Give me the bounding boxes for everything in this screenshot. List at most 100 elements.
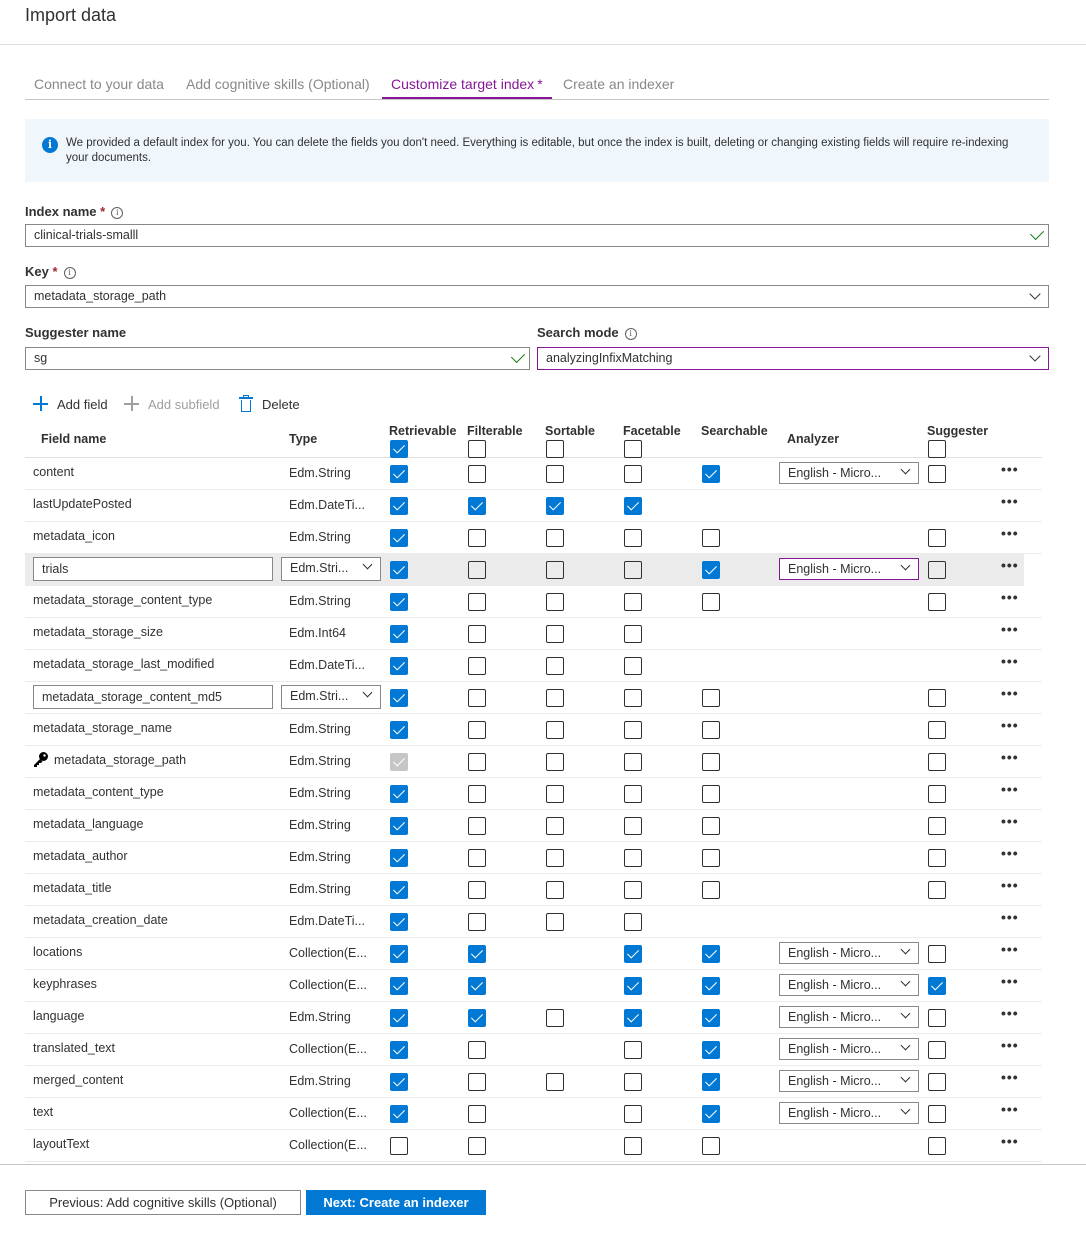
more-options-icon[interactable]: ••• <box>1001 974 1019 988</box>
select-all-facetable-checkbox[interactable] <box>624 440 642 458</box>
sortable-checkbox[interactable] <box>546 529 564 547</box>
suggester-checkbox[interactable] <box>928 881 946 899</box>
more-options-icon[interactable]: ••• <box>1001 782 1019 796</box>
more-options-icon[interactable]: ••• <box>1001 910 1019 924</box>
analyzer-dropdown[interactable]: English - Micro... <box>779 558 919 580</box>
select-all-sortable-checkbox[interactable] <box>546 440 564 458</box>
sortable-checkbox[interactable] <box>546 1009 564 1027</box>
suggester-checkbox[interactable] <box>928 593 946 611</box>
facetable-checkbox[interactable] <box>624 977 642 995</box>
facetable-checkbox[interactable] <box>624 561 642 579</box>
field-row[interactable]: translated_text Collection(E... English - … <box>25 1034 1042 1066</box>
more-options-icon[interactable]: ••• <box>1001 718 1019 732</box>
tab-customize-index[interactable]: Customize target index * <box>391 76 543 92</box>
filterable-checkbox[interactable] <box>468 497 486 515</box>
facetable-checkbox[interactable] <box>624 689 642 707</box>
suggester-checkbox[interactable] <box>928 977 946 995</box>
facetable-checkbox[interactable] <box>624 465 642 483</box>
searchable-checkbox[interactable] <box>702 881 720 899</box>
retrievable-checkbox[interactable] <box>390 497 408 515</box>
field-row[interactable]: metadata_storage_size Edm.Int64 ••• <box>25 618 1042 650</box>
facetable-checkbox[interactable] <box>624 657 642 675</box>
suggester-checkbox[interactable] <box>928 721 946 739</box>
retrievable-checkbox[interactable] <box>390 721 408 739</box>
more-options-icon[interactable]: ••• <box>1001 750 1019 764</box>
filterable-checkbox[interactable] <box>468 465 486 483</box>
select-all-retrievable-checkbox[interactable] <box>390 440 408 458</box>
searchable-checkbox[interactable] <box>702 977 720 995</box>
filterable-checkbox[interactable] <box>468 849 486 867</box>
field-row[interactable]: merged_content Edm.String English - Micro.… <box>25 1066 1042 1098</box>
filterable-checkbox[interactable] <box>468 1041 486 1059</box>
search-mode-dropdown[interactable]: analyzingInfixMatching <box>537 347 1049 370</box>
tab-create-indexer[interactable]: Create an indexer <box>563 76 674 92</box>
analyzer-dropdown[interactable]: English - Micro... <box>779 1102 919 1124</box>
filterable-checkbox[interactable] <box>468 593 486 611</box>
sortable-checkbox[interactable] <box>546 817 564 835</box>
sortable-checkbox[interactable] <box>546 657 564 675</box>
suggester-checkbox[interactable] <box>928 1041 946 1059</box>
filterable-checkbox[interactable] <box>468 561 486 579</box>
delete-button[interactable]: Delete <box>239 395 309 415</box>
facetable-checkbox[interactable] <box>624 593 642 611</box>
retrievable-checkbox[interactable] <box>390 1073 408 1091</box>
filterable-checkbox[interactable] <box>468 1137 486 1155</box>
analyzer-dropdown[interactable]: English - Micro... <box>779 1006 919 1028</box>
field-row[interactable]: metadata_storage_content_type Edm.String •… <box>25 586 1042 618</box>
more-options-icon[interactable]: ••• <box>1001 942 1019 956</box>
suggester-checkbox[interactable] <box>928 529 946 547</box>
sortable-checkbox[interactable] <box>546 785 564 803</box>
field-row[interactable]: metadata_title Edm.String ••• <box>25 874 1042 906</box>
facetable-checkbox[interactable] <box>624 1009 642 1027</box>
field-type-dropdown[interactable]: Edm.Stri... <box>281 557 381 581</box>
sortable-checkbox[interactable] <box>546 753 564 771</box>
searchable-checkbox[interactable] <box>702 1073 720 1091</box>
suggester-name-input[interactable]: sg <box>25 347 530 370</box>
field-row[interactable]: metadata_language Edm.String ••• <box>25 810 1042 842</box>
next-button[interactable]: Next: Create an indexer <box>306 1190 486 1215</box>
searchable-checkbox[interactable] <box>702 593 720 611</box>
analyzer-dropdown[interactable]: English - Micro... <box>779 942 919 964</box>
facetable-checkbox[interactable] <box>624 817 642 835</box>
searchable-checkbox[interactable] <box>702 753 720 771</box>
sortable-checkbox[interactable] <box>546 689 564 707</box>
field-row[interactable]: layoutText Collection(E... ••• <box>25 1130 1042 1162</box>
filterable-checkbox[interactable] <box>468 753 486 771</box>
index-name-input[interactable]: clinical-trials-smalll <box>25 224 1049 247</box>
suggester-checkbox[interactable] <box>928 1105 946 1123</box>
retrievable-checkbox[interactable] <box>390 1105 408 1123</box>
field-row[interactable]: metadata_author Edm.String ••• <box>25 842 1042 874</box>
retrievable-checkbox[interactable] <box>390 593 408 611</box>
filterable-checkbox[interactable] <box>468 945 486 963</box>
filterable-checkbox[interactable] <box>468 625 486 643</box>
more-options-icon[interactable]: ••• <box>1001 1006 1019 1020</box>
facetable-checkbox[interactable] <box>624 753 642 771</box>
searchable-checkbox[interactable] <box>702 785 720 803</box>
filterable-checkbox[interactable] <box>468 913 486 931</box>
suggester-checkbox[interactable] <box>928 849 946 867</box>
more-options-icon[interactable]: ••• <box>1001 1038 1019 1052</box>
field-row[interactable]: metadata_creation_date Edm.DateTi... ••• <box>25 906 1042 938</box>
field-name-input[interactable]: trials <box>33 557 273 581</box>
select-all-suggester-checkbox[interactable] <box>928 440 946 458</box>
add-field-button[interactable]: Add field <box>33 395 113 415</box>
searchable-checkbox[interactable] <box>702 849 720 867</box>
facetable-checkbox[interactable] <box>624 1137 642 1155</box>
field-row[interactable]: metadata_storage_content_md5 Edm.Stri... •… <box>25 682 1042 714</box>
more-options-icon[interactable]: ••• <box>1001 1134 1019 1148</box>
field-row[interactable]: content Edm.String English - Micro... ••• <box>25 458 1042 490</box>
facetable-checkbox[interactable] <box>624 1041 642 1059</box>
searchable-checkbox[interactable] <box>702 529 720 547</box>
sortable-checkbox[interactable] <box>546 1073 564 1091</box>
more-options-icon[interactable]: ••• <box>1001 1102 1019 1116</box>
sortable-checkbox[interactable] <box>546 497 564 515</box>
filterable-checkbox[interactable] <box>468 721 486 739</box>
searchable-checkbox[interactable] <box>702 721 720 739</box>
more-options-icon[interactable]: ••• <box>1001 686 1019 700</box>
more-options-icon[interactable]: ••• <box>1001 590 1019 604</box>
analyzer-dropdown[interactable]: English - Micro... <box>779 1070 919 1092</box>
suggester-checkbox[interactable] <box>928 1137 946 1155</box>
searchable-checkbox[interactable] <box>702 1041 720 1059</box>
field-row[interactable]: metadata_content_type Edm.String ••• <box>25 778 1042 810</box>
sortable-checkbox[interactable] <box>546 849 564 867</box>
